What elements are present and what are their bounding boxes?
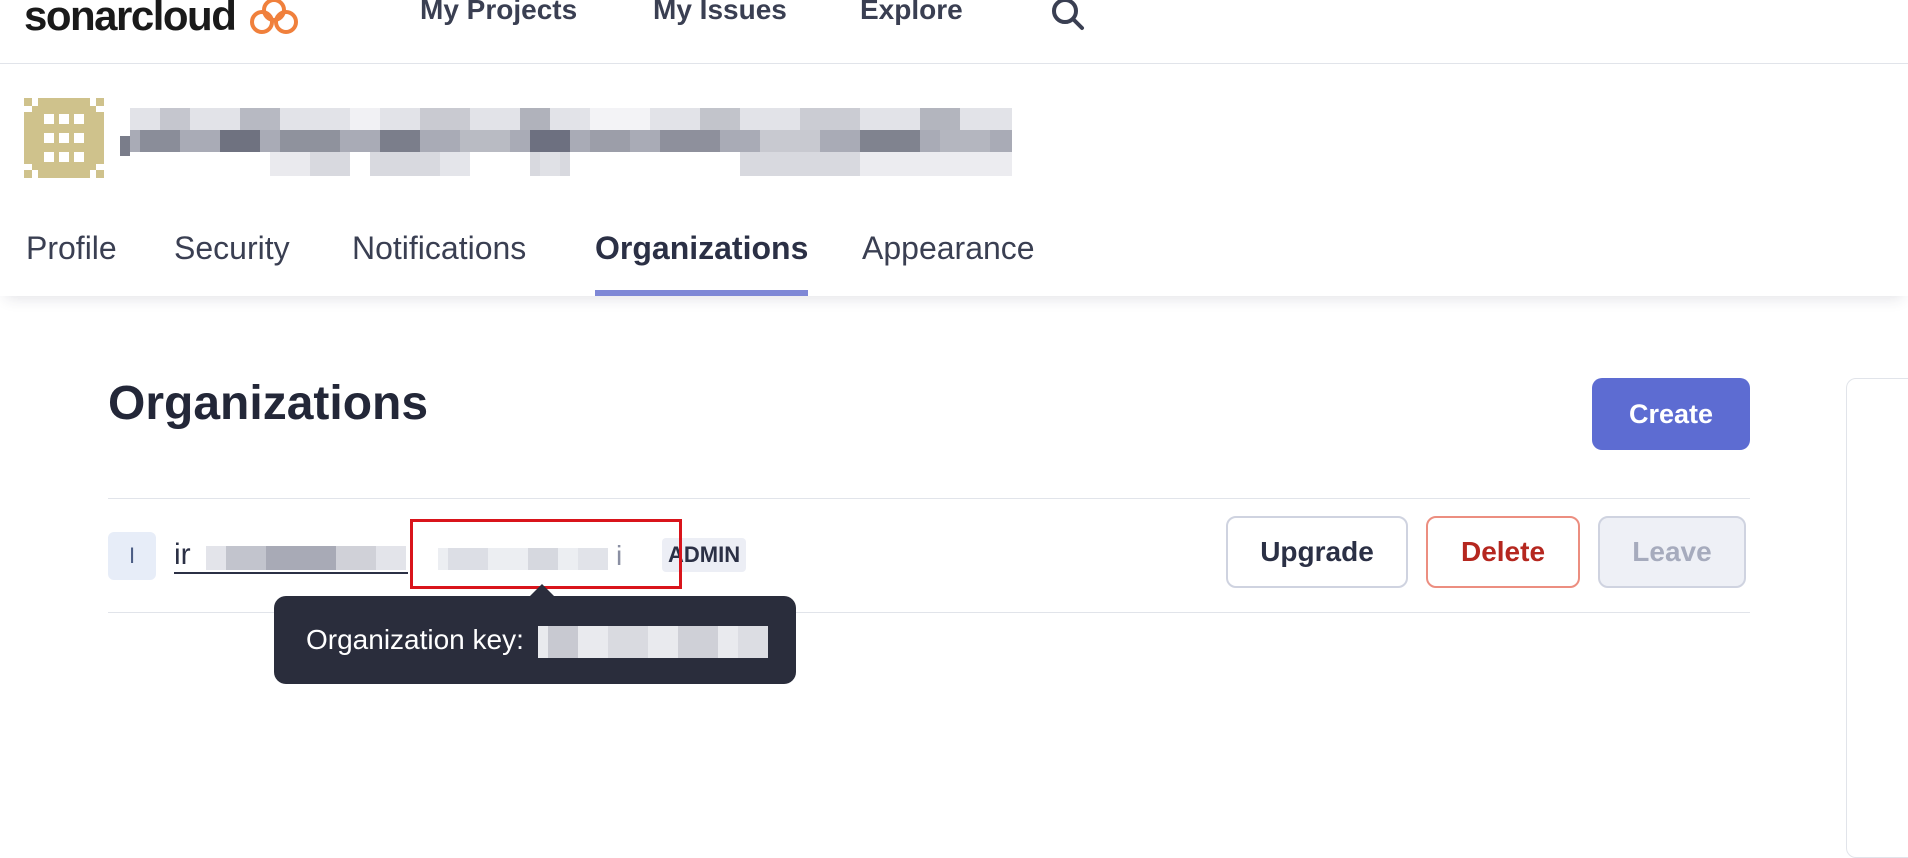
- create-organization-button[interactable]: Create: [1592, 378, 1750, 450]
- upgrade-button[interactable]: Upgrade: [1226, 516, 1408, 588]
- account-tabs: Profile Security Notifications Organizat…: [0, 216, 1908, 296]
- user-avatar: [24, 98, 104, 178]
- organization-key-tooltip: Organization key:: [274, 584, 796, 684]
- nav-my-issues[interactable]: My Issues: [653, 0, 787, 26]
- nav-my-projects[interactable]: My Projects: [420, 0, 577, 26]
- tab-organizations[interactable]: Organizations: [595, 216, 809, 296]
- row-divider-top: [108, 498, 1750, 499]
- search-icon[interactable]: [1048, 0, 1088, 34]
- tooltip-label: Organization key:: [306, 624, 524, 655]
- organization-avatar: I: [108, 532, 156, 580]
- side-panel: [1846, 378, 1908, 858]
- delete-button[interactable]: Delete: [1426, 516, 1580, 588]
- sonarcloud-logo[interactable]: sonarcloud: [24, 0, 299, 40]
- top-navigation: sonarcloud My Projects My Issues Explore: [0, 0, 1908, 64]
- organization-name-link[interactable]: ir: [174, 538, 191, 572]
- organization-name-redacted: [206, 546, 406, 570]
- page-title: Organizations: [108, 377, 429, 430]
- username-redacted: [120, 108, 1012, 176]
- tab-appearance[interactable]: Appearance: [862, 216, 1035, 296]
- nav-explore[interactable]: Explore: [860, 0, 963, 26]
- tab-profile[interactable]: Profile: [26, 216, 117, 296]
- account-header: Profile Security Notifications Organizat…: [0, 64, 1908, 296]
- leave-button[interactable]: Leave: [1598, 516, 1746, 588]
- brand-name: sonarcloud: [24, 0, 237, 39]
- highlight-annotation: [410, 519, 682, 589]
- tooltip-key-redacted: [538, 626, 768, 658]
- organization-name-underline: [174, 572, 408, 574]
- pixelated-username: [120, 108, 1012, 176]
- tab-notifications[interactable]: Notifications: [352, 216, 526, 296]
- sonarcloud-cloud-icon: [250, 0, 299, 34]
- tab-security[interactable]: Security: [174, 216, 290, 296]
